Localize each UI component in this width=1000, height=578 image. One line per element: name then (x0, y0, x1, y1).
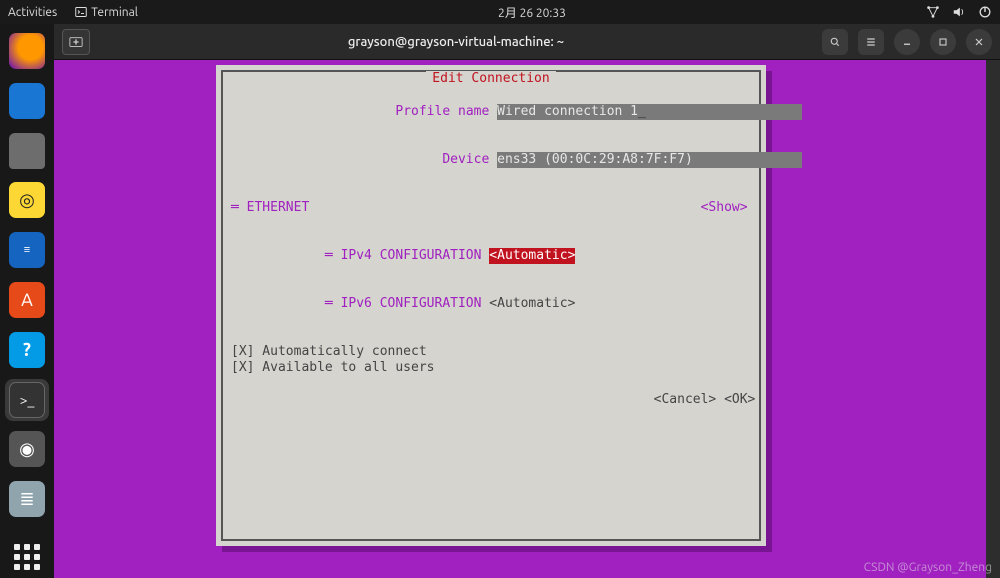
activities-button[interactable]: Activities (8, 6, 57, 19)
topbar-system-menu[interactable] (926, 5, 992, 19)
dock-writer[interactable]: ≡ (5, 229, 49, 271)
grid-icon (9, 539, 45, 575)
dock-show-apps[interactable] (5, 536, 49, 578)
profile-name-label: Profile name (325, 104, 497, 119)
minimize-icon (901, 36, 913, 48)
device-label: Device (325, 152, 497, 167)
dock-firefox[interactable] (5, 30, 49, 72)
hamburger-icon (865, 36, 877, 48)
hamburger-menu-button[interactable] (858, 29, 884, 55)
ubuntu-dock: ◎ ≡ A ? >_ ◉ ≣ (0, 24, 54, 578)
terminal-window: grayson@grayson-virtual-machine: ~ (54, 24, 1000, 578)
ipv4-label: ═ IPv4 CONFIGURATION (325, 248, 489, 263)
terminal-icon (75, 6, 87, 18)
ipv4-mode-select[interactable]: <Automatic> (489, 248, 575, 264)
topbar-app-menu[interactable]: Terminal (75, 6, 138, 19)
new-tab-button[interactable] (62, 29, 90, 55)
device-input[interactable]: ens33 (00:0C:29:A8:7F:F7) (497, 152, 802, 168)
dialog-border: Edit Connection Profile name Wired conne… (221, 70, 761, 541)
dock-thunderbird[interactable] (5, 80, 49, 122)
window-title: grayson@grayson-virtual-machine: ~ (90, 35, 822, 49)
dialog-footer-buttons[interactable]: <Cancel> <OK> (231, 392, 755, 407)
dock-terminal[interactable]: >_ (5, 379, 49, 421)
volume-icon (952, 5, 966, 19)
dock-software[interactable]: A (5, 279, 49, 321)
ethernet-row[interactable]: ═ ETHERNET <Show> (231, 200, 748, 215)
available-all-users-checkbox[interactable]: [X] Available to all users (231, 360, 435, 375)
close-icon (973, 36, 985, 48)
nmtui-dialog: Edit Connection Profile name Wired conne… (216, 65, 766, 546)
topbar-clock[interactable]: 2月 26 20:33 (138, 4, 926, 21)
gnome-top-panel: Activities Terminal 2月 26 20:33 (0, 0, 1000, 24)
search-button[interactable] (822, 29, 848, 55)
dock-files[interactable] (5, 130, 49, 172)
terminal-scrollbar[interactable] (986, 60, 1000, 578)
dialog-title: Edit Connection (426, 71, 555, 87)
ipv6-show-button[interactable]: <Show> (575, 296, 841, 311)
maximize-button[interactable] (930, 29, 956, 55)
power-icon (978, 5, 992, 19)
auto-connect-checkbox[interactable]: [X] Automatically connect (231, 344, 427, 359)
dock-help[interactable]: ? (5, 329, 49, 371)
window-titlebar: grayson@grayson-virtual-machine: ~ (54, 24, 1000, 60)
profile-name-input[interactable]: Wired connection 1_ (497, 104, 802, 120)
network-icon (926, 5, 940, 19)
dock-disks[interactable]: ◉ (5, 429, 49, 471)
search-icon (829, 36, 841, 48)
ipv4-show-button[interactable]: <Show> (575, 248, 841, 263)
maximize-icon (937, 36, 949, 48)
minimize-button[interactable] (894, 29, 920, 55)
dock-todo[interactable]: ≣ (5, 478, 49, 520)
newtab-icon (69, 35, 83, 49)
close-button[interactable] (966, 29, 992, 55)
terminal-body[interactable]: Edit Connection Profile name Wired conne… (54, 60, 1000, 578)
watermark: CSDN @Grayson_Zheng (864, 561, 992, 574)
dock-rhythmbox[interactable]: ◎ (5, 179, 49, 221)
ipv6-label: ═ IPv6 CONFIGURATION (325, 296, 489, 311)
ipv6-mode-select[interactable]: <Automatic> (489, 296, 575, 311)
